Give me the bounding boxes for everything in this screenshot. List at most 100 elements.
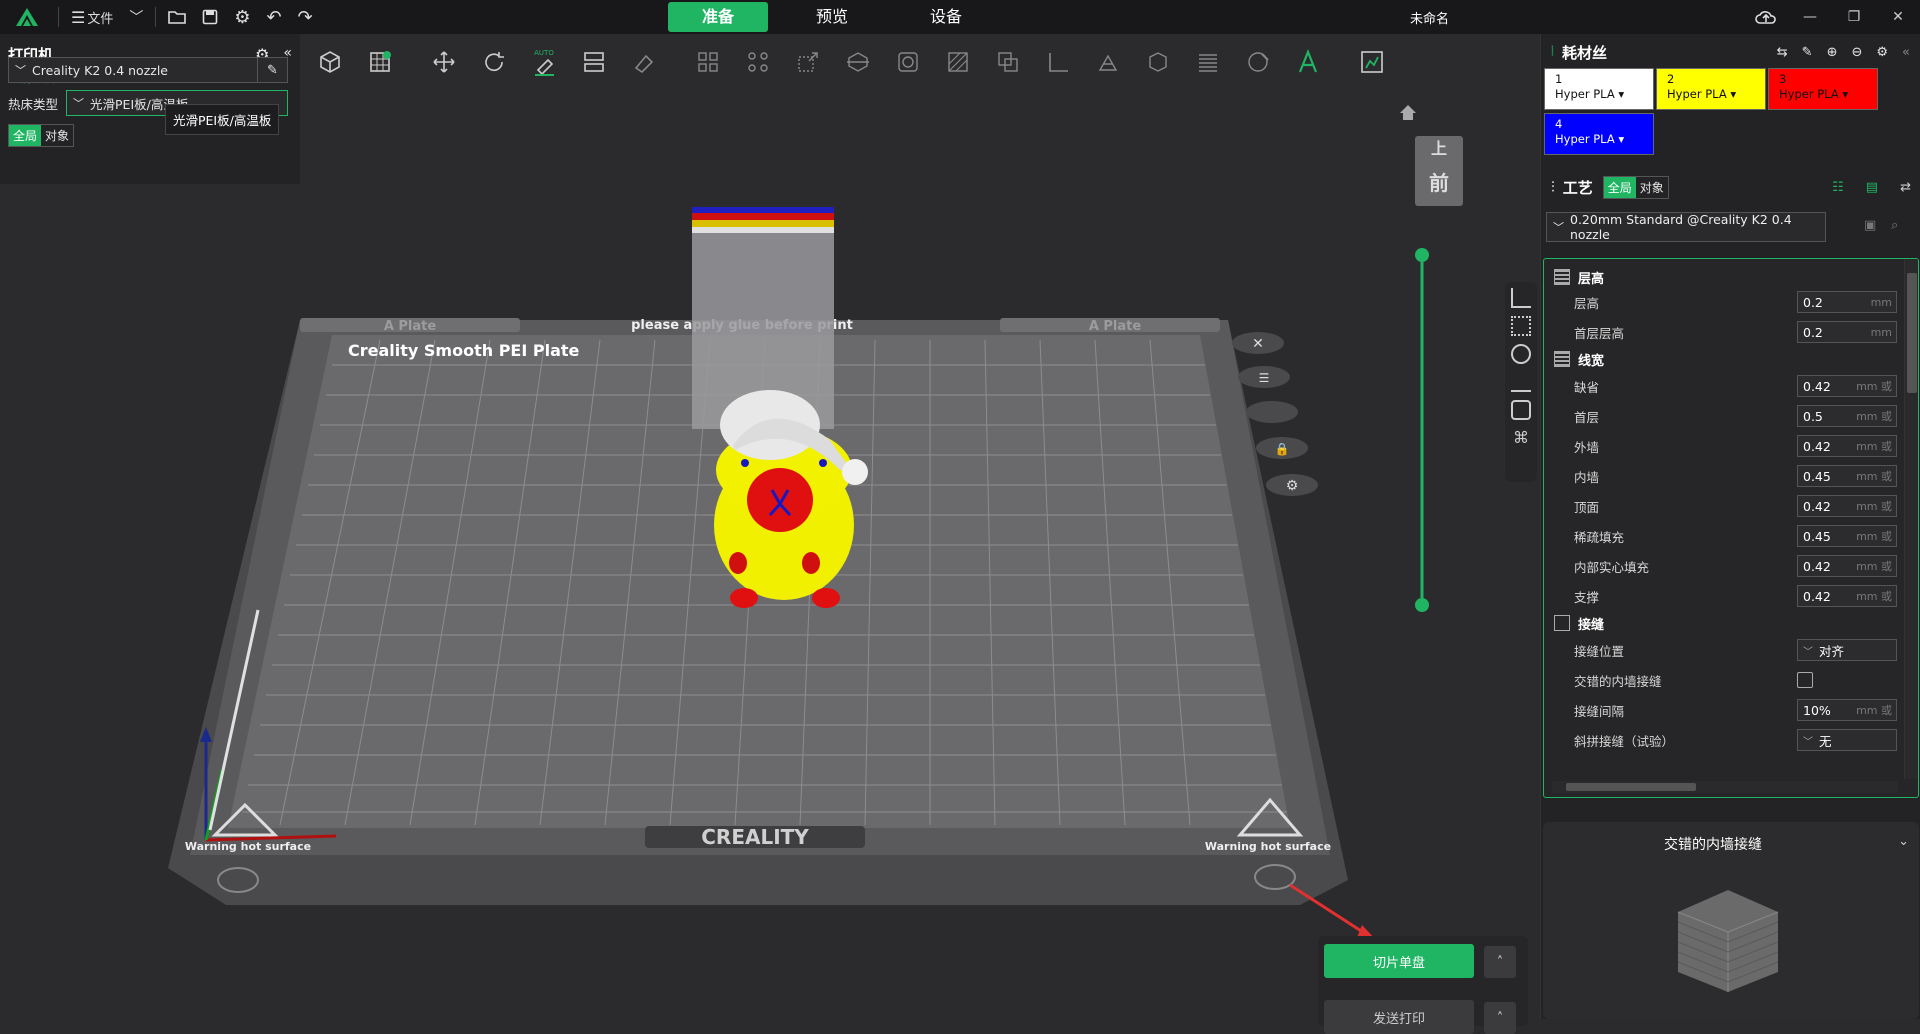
auto-orient-icon[interactable]: AUTO: [524, 42, 564, 82]
filament-slot-1[interactable]: 1 Hyper PLA ▾: [1544, 68, 1654, 110]
add-filament-icon[interactable]: ⊕: [1827, 45, 1838, 60]
emboss-icon[interactable]: [1088, 42, 1128, 82]
line-width-outer-wall-input[interactable]: 0.42 mm 或: [1797, 435, 1897, 457]
line-width-sparse-infill-input[interactable]: 0.45 mm 或: [1797, 525, 1897, 547]
process-preset-select[interactable]: ﹀ 0.20mm Standard @Creality K2 0.4 nozzl…: [1546, 212, 1826, 242]
scope-global-button[interactable]: 全局: [9, 125, 42, 146]
initial-layer-height-input[interactable]: 0.2 mm: [1797, 321, 1897, 343]
chevron-down-icon[interactable]: ﹀: [121, 0, 151, 34]
advanced-toggle-icon[interactable]: ⇄: [1900, 180, 1911, 195]
line-width-first-layer-input[interactable]: 0.5 mm 或: [1797, 405, 1897, 427]
settings-vertical-scrollbar[interactable]: [1904, 259, 1918, 779]
settings-gear-icon[interactable]: ⚙: [226, 0, 258, 34]
restore-icon[interactable]: ❐: [1832, 0, 1876, 34]
filament-settings-icon[interactable]: ⚙: [1876, 45, 1888, 60]
move-icon[interactable]: [424, 42, 464, 82]
assemble-icon[interactable]: [1138, 42, 1178, 82]
align-icon[interactable]: [1511, 288, 1531, 308]
line-width-internal-solid-input[interactable]: 0.42 mm 或: [1797, 555, 1897, 577]
text-icon[interactable]: [1288, 42, 1328, 82]
edit-printer-icon[interactable]: ✎: [257, 58, 287, 82]
close-icon[interactable]: ✕: [1876, 0, 1920, 34]
support-paint-icon[interactable]: [938, 42, 978, 82]
save-preset-icon[interactable]: ▣: [1864, 218, 1876, 233]
setting-unit: mm 或: [1856, 470, 1892, 483]
staggered-seam-checkbox[interactable]: [1797, 672, 1813, 688]
bed-type-tooltip: 光滑PEI板/高温板: [165, 104, 280, 135]
layer-slider-bottom-handle[interactable]: [1415, 598, 1429, 612]
measure-icon[interactable]: [1038, 42, 1078, 82]
send-options-button[interactable]: ˄: [1484, 1002, 1516, 1034]
rotate-icon[interactable]: [474, 42, 514, 82]
list-view-icon[interactable]: ☷: [1832, 180, 1844, 195]
open-folder-icon[interactable]: [160, 0, 194, 34]
add-plate-icon[interactable]: [360, 42, 400, 82]
collapse-icon[interactable]: «: [1902, 45, 1910, 60]
support-icon[interactable]: [1511, 372, 1531, 392]
3d-viewport[interactable]: A Plate please apply glue before print A…: [0, 80, 1540, 1019]
scrollbar-thumb[interactable]: [1907, 273, 1917, 393]
add-object-icon[interactable]: [310, 42, 350, 82]
cut-icon[interactable]: [838, 42, 878, 82]
filament-slot-4[interactable]: 4 Hyper PLA ▾: [1544, 113, 1654, 155]
home-view-icon[interactable]: [1400, 105, 1416, 120]
line-width-default-input[interactable]: 0.42 mm 或: [1797, 375, 1897, 397]
svg-import-icon[interactable]: [1352, 42, 1392, 82]
undo-icon[interactable]: ↶: [259, 0, 290, 34]
filament-slot-name: Hyper PLA: [1779, 87, 1839, 101]
tab-preview[interactable]: 预览: [782, 2, 882, 32]
cloud-upload-icon[interactable]: [1744, 0, 1788, 34]
grid-select-icon[interactable]: [1511, 316, 1531, 336]
variable-layer-icon[interactable]: [1188, 42, 1228, 82]
layer-slider-top-handle[interactable]: [1415, 248, 1429, 262]
process-scope-global[interactable]: 全局: [1603, 176, 1636, 198]
split-objects-icon[interactable]: [688, 42, 728, 82]
filament-slot-2[interactable]: 2 Hyper PLA ▾: [1656, 68, 1766, 110]
setting-unit: mm 或: [1856, 560, 1892, 573]
layer-height-input[interactable]: 0.2 mm: [1797, 291, 1897, 313]
speed-icon[interactable]: [1511, 344, 1531, 364]
chevron-down-icon[interactable]: ⌄: [1898, 834, 1909, 849]
line-width-top-surface-input[interactable]: 0.42 mm 或: [1797, 495, 1897, 517]
view-cube-front[interactable]: 前: [1429, 171, 1449, 195]
hamburger-icon: ☰: [71, 7, 86, 27]
scale-icon[interactable]: [788, 42, 828, 82]
mesh-boolean-icon[interactable]: [888, 42, 928, 82]
tab-prepare[interactable]: 准备: [668, 2, 768, 32]
line-width-inner-wall-input[interactable]: 0.45 mm 或: [1797, 465, 1897, 487]
color-paint-icon[interactable]: [1238, 42, 1278, 82]
lay-on-face-icon[interactable]: [624, 42, 664, 82]
seam-paint-icon[interactable]: [988, 42, 1028, 82]
slice-options-button[interactable]: ˄: [1484, 946, 1516, 978]
modifier-icon[interactable]: ⌘: [1511, 428, 1531, 448]
minimize-icon[interactable]: —: [1788, 0, 1832, 34]
camera-icon[interactable]: [1511, 400, 1531, 420]
save-icon[interactable]: [194, 0, 226, 34]
scarf-seam-select[interactable]: ﹀ 无: [1797, 729, 1897, 751]
compare-icon[interactable]: ▤: [1866, 180, 1878, 195]
seam-position-select[interactable]: ﹀ 对齐: [1797, 639, 1897, 661]
sync-filament-icon[interactable]: ⇆: [1777, 45, 1788, 60]
process-scope-object[interactable]: 对象: [1636, 177, 1668, 198]
setting-label: 稀疏填充: [1574, 529, 1625, 545]
edit-filament-icon[interactable]: ✎: [1802, 45, 1813, 60]
slice-plate-button[interactable]: 切片单盘: [1324, 944, 1474, 978]
redo-icon[interactable]: ↷: [290, 0, 321, 34]
arrange-icon[interactable]: [574, 42, 614, 82]
seam-gap-input[interactable]: 10% mm 或: [1797, 699, 1897, 721]
view-cube-top[interactable]: 上: [1431, 139, 1447, 158]
file-menu-button[interactable]: ☰ 文件: [63, 0, 121, 34]
send-print-button[interactable]: 发送打印: [1324, 1000, 1474, 1034]
search-icon[interactable]: ⌕: [1891, 218, 1898, 233]
line-width-support-input[interactable]: 0.42 mm 或: [1797, 585, 1897, 607]
remove-filament-icon[interactable]: ⊖: [1851, 45, 1862, 60]
scope-object-button[interactable]: 对象: [41, 125, 73, 146]
filament-slot-3[interactable]: 3 Hyper PLA ▾: [1768, 68, 1878, 110]
settings-horizontal-scrollbar[interactable]: [1552, 781, 1898, 793]
printer-select[interactable]: ﹀ Creality K2 0.4 nozzle ✎: [8, 57, 288, 83]
process-scope-toggle: 全局 对象: [1602, 175, 1669, 199]
auto-orient-plate-icon[interactable]: [1246, 401, 1298, 423]
scrollbar-thumb[interactable]: [1566, 783, 1696, 791]
tab-device[interactable]: 设备: [896, 2, 996, 32]
split-parts-icon[interactable]: [738, 42, 778, 82]
